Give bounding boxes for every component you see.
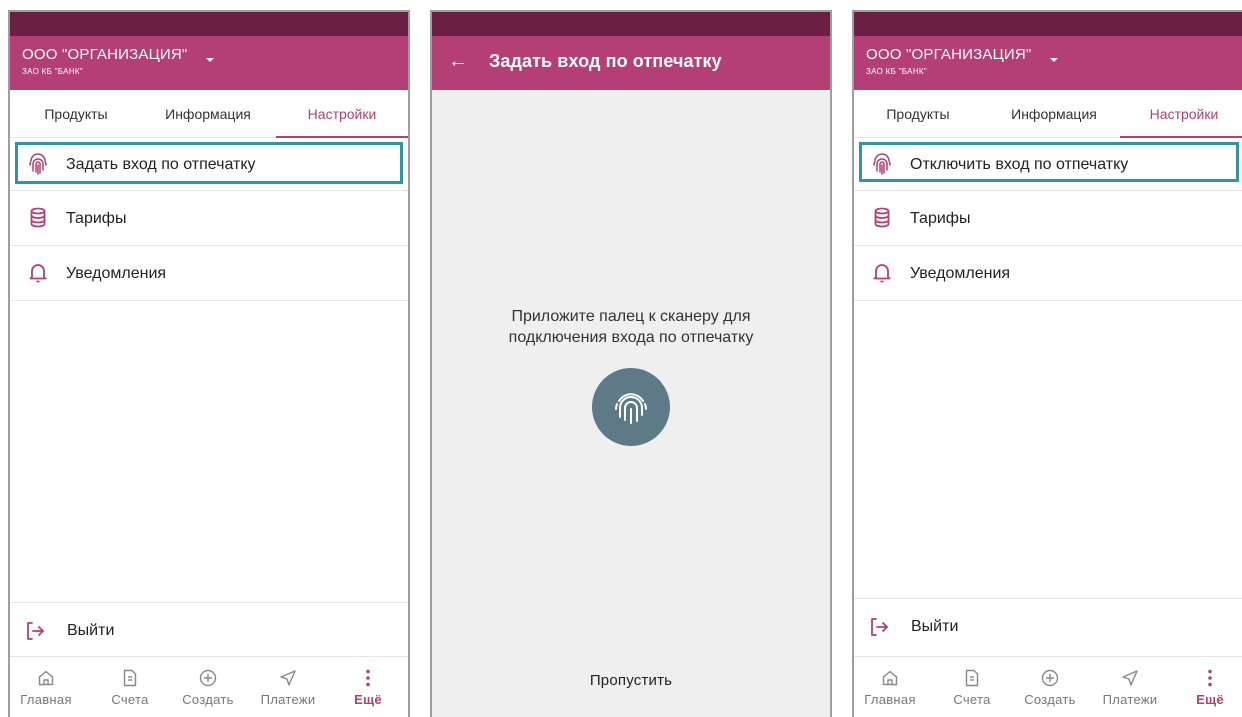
phone-screen-settings-before: ООО "ОРГАНИЗАЦИЯ" ЗАО КБ "БАНК" Продукты… [8, 10, 410, 717]
skip-button[interactable]: Пропустить [432, 672, 830, 689]
menu-item-label: Отключить вход по отпечатку [910, 156, 1129, 173]
database-icon [874, 207, 890, 228]
back-arrow-icon[interactable]: ← [448, 49, 468, 73]
menu-item-disable-fingerprint-login[interactable]: Отключить вход по отпечатку [854, 138, 1242, 191]
logout-button[interactable]: Выйти [10, 602, 408, 657]
tab-bar: Продукты Информация Настройки [10, 90, 408, 138]
menu-item-notifications[interactable]: Уведомления [854, 246, 1242, 301]
nav-label: Создать [1024, 692, 1076, 707]
app-bar: ООО "ОРГАНИЗАЦИЯ" ЗАО КБ "БАНК" [854, 36, 1242, 90]
bottom-navigation: Главная Счета Создать Платежи Ещё [10, 656, 408, 717]
nav-label: Счета [953, 692, 991, 707]
logout-icon [27, 622, 44, 640]
status-bar [432, 12, 830, 36]
logout-button[interactable]: Выйти [854, 598, 1242, 653]
prompt-line-2: подключения входа по отпечатку [508, 329, 754, 346]
nav-more[interactable]: Ещё [336, 657, 400, 717]
chevron-down-icon[interactable] [206, 58, 214, 62]
fingerprint-icon [615, 393, 647, 424]
document-icon [965, 669, 979, 687]
tab-information[interactable]: Информация [150, 90, 266, 138]
nav-more[interactable]: Ещё [1178, 657, 1242, 717]
plus-circle-icon [1041, 669, 1059, 687]
document-icon [123, 669, 137, 687]
nav-home[interactable]: Главная [858, 657, 922, 717]
nav-create[interactable]: Создать [176, 657, 240, 717]
more-vertical-icon [366, 669, 370, 687]
nav-label: Главная [864, 692, 916, 707]
tab-information[interactable]: Информация [996, 90, 1112, 138]
menu-item-label: Задать вход по отпечатку [66, 156, 256, 173]
tab-settings[interactable]: Настройки [276, 90, 408, 138]
fingerprint-scanner [592, 368, 670, 446]
menu-item-tariffs[interactable]: Тарифы [854, 191, 1242, 246]
phone-screen-settings-after: ООО "ОРГАНИЗАЦИЯ" ЗАО КБ "БАНК" Продукты… [852, 10, 1242, 717]
menu-item-label: Тарифы [910, 210, 971, 227]
send-icon [280, 670, 296, 686]
fingerprint-icon [29, 153, 47, 175]
nav-accounts[interactable]: Счета [98, 657, 162, 717]
menu-item-label: Тарифы [66, 210, 127, 227]
home-icon [882, 670, 898, 686]
nav-payments[interactable]: Платежи [1098, 657, 1162, 717]
bell-icon [873, 264, 891, 283]
app-bar: ← Задать вход по отпечатку [432, 36, 830, 90]
page-title: Задать вход по отпечатку [489, 51, 722, 71]
nav-label: Счета [111, 692, 149, 707]
logout-label: Выйти [911, 618, 959, 635]
nav-label: Ещё [1196, 692, 1224, 707]
logout-icon [871, 618, 888, 636]
bank-name: ЗАО КБ "БАНК" [22, 67, 83, 76]
nav-label: Платежи [1102, 692, 1158, 707]
menu-item-tariffs[interactable]: Тарифы [10, 191, 408, 246]
send-icon [1122, 670, 1138, 686]
nav-home[interactable]: Главная [14, 657, 78, 717]
fingerprint-prompt: Приложите палец к сканеру для подключени… [432, 306, 830, 348]
plus-circle-icon [199, 669, 217, 687]
organization-selector[interactable]: ООО "ОРГАНИЗАЦИЯ" [22, 46, 187, 63]
prompt-line-1: Приложите палец к сканеру для [511, 308, 751, 325]
nav-label: Платежи [260, 692, 316, 707]
nav-label: Главная [20, 692, 72, 707]
tab-products[interactable]: Продукты [864, 90, 972, 138]
database-icon [30, 207, 46, 228]
status-bar [854, 12, 1242, 36]
menu-item-label: Уведомления [910, 265, 1011, 282]
nav-payments[interactable]: Платежи [256, 657, 320, 717]
phone-screen-fingerprint-setup: ← Задать вход по отпечатку Приложите пал… [430, 10, 832, 717]
home-icon [38, 670, 54, 686]
menu-item-label: Уведомления [66, 265, 167, 282]
bottom-navigation: Главная Счета Создать Платежи Ещё [854, 656, 1242, 717]
organization-selector[interactable]: ООО "ОРГАНИЗАЦИЯ" [866, 46, 1031, 63]
menu-item-notifications[interactable]: Уведомления [10, 246, 408, 301]
logout-label: Выйти [67, 622, 115, 639]
tab-products[interactable]: Продукты [22, 90, 130, 138]
status-bar [10, 12, 408, 36]
bank-name: ЗАО КБ "БАНК" [866, 67, 927, 76]
nav-create[interactable]: Создать [1018, 657, 1082, 717]
app-bar: ООО "ОРГАНИЗАЦИЯ" ЗАО КБ "БАНК" [10, 36, 408, 90]
more-vertical-icon [1208, 669, 1212, 687]
nav-label: Создать [182, 692, 234, 707]
tab-bar: Продукты Информация Настройки [854, 90, 1242, 138]
nav-label: Ещё [354, 692, 382, 707]
bell-icon [29, 264, 47, 283]
nav-accounts[interactable]: Счета [940, 657, 1004, 717]
menu-item-fingerprint-login[interactable]: Задать вход по отпечатку [10, 138, 408, 191]
fingerprint-icon [873, 153, 891, 175]
chevron-down-icon[interactable] [1050, 58, 1058, 62]
tab-settings[interactable]: Настройки [1120, 90, 1242, 138]
